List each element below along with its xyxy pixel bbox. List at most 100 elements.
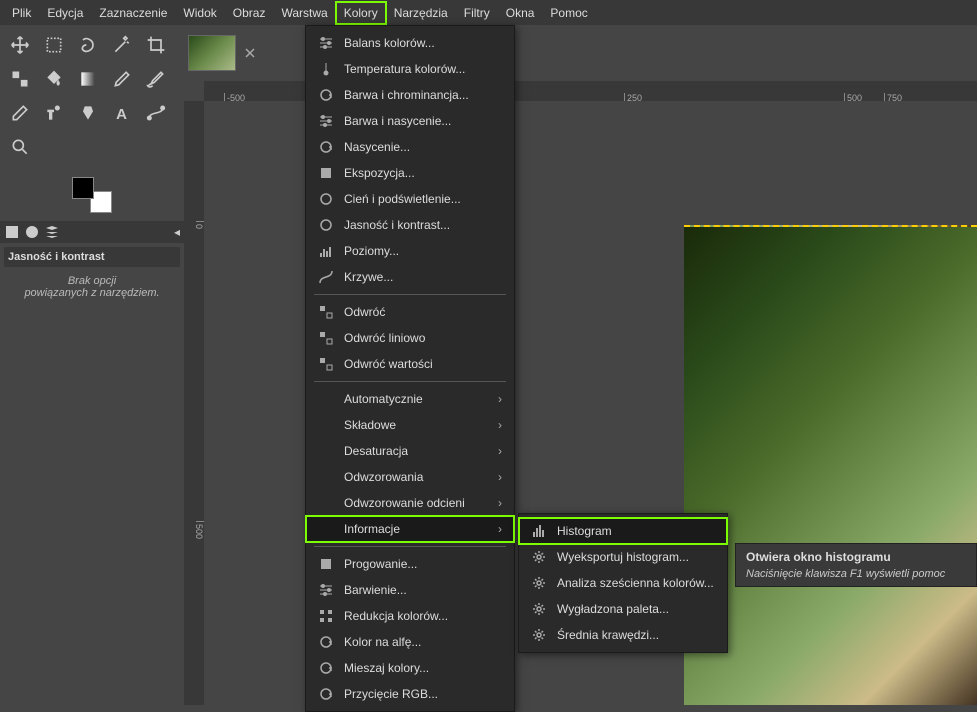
menu-item[interactable]: Odwróć wartości [306,351,514,377]
image-thumbnail[interactable] [188,35,236,71]
move-tool[interactable] [4,29,36,61]
menu-filtry[interactable]: Filtry [456,2,498,24]
tool-options-line1: Brak opcji [12,275,172,287]
submenu-arrow-icon: › [498,392,502,406]
menu-warstwa[interactable]: Warstwa [273,2,335,24]
menu-item[interactable]: Odwzorowania› [306,464,514,490]
g-icon [318,139,334,155]
device-tab-icon[interactable] [24,224,40,240]
path-tool[interactable] [140,97,172,129]
menu-edycja[interactable]: Edycja [39,2,91,24]
submenu-arrow-icon: › [498,496,502,510]
menu-okna[interactable]: Okna [498,2,543,24]
menu-item-label: Barwienie... [344,583,502,597]
thermo-icon [318,61,334,77]
tooltip-title: Otwiera okno histogramu [746,550,966,564]
gear-icon [531,549,547,565]
menu-item-label: Składowe [344,418,488,432]
submenu-arrow-icon: › [498,444,502,458]
menu-item[interactable]: Cień i podświetlenie... [306,186,514,212]
text-tool[interactable]: A [106,97,138,129]
menu-item[interactable]: Mieszaj kolory... [306,655,514,681]
menu-item-label: Balans kolorów... [344,36,502,50]
submenu-item-label: Histogram [557,524,715,538]
menu-item[interactable]: Automatycznie› [306,386,514,412]
menu-item[interactable]: Poziomy... [306,238,514,264]
brush-tool[interactable] [140,63,172,95]
transform-tool[interactable] [4,63,36,95]
menu-pomoc[interactable]: Pomoc [542,2,595,24]
submenu-item-label: Wyeksportuj histogram... [557,550,715,564]
submenu-item[interactable]: Analiza sześcienna kolorów... [519,570,727,596]
menu-item[interactable]: Odwzorowanie odcieni› [306,490,514,516]
menu-item[interactable]: Odwróć [306,299,514,325]
menu-item[interactable]: Przycięcie RGB... [306,681,514,707]
blank-icon [318,443,334,459]
swap-icon [318,330,334,346]
tooltip: Otwiera okno histogramu Naciśnięcie klaw… [735,543,977,587]
layers-tab-icon[interactable] [44,224,60,240]
submenu-item[interactable]: Średnia krawędzi... [519,622,727,648]
crop-tool[interactable] [140,29,172,61]
submenu-item-label: Średnia krawędzi... [557,628,715,642]
menu-item[interactable]: Desaturacja› [306,438,514,464]
free-select-tool[interactable] [72,29,104,61]
pencil-tool[interactable] [106,63,138,95]
menu-item[interactable]: Jasność i kontrast... [306,212,514,238]
left-panel: A ◂ Jasność i kontrast Brak opcji powiąz… [0,25,184,705]
menu-item-label: Poziomy... [344,244,502,258]
menu-item[interactable]: Kolor na alfę... [306,629,514,655]
menu-item[interactable]: Odwróć liniowo [306,325,514,351]
zoom-tool[interactable] [4,131,36,163]
tool-options-tab-icon[interactable] [4,224,20,240]
menu-zaznaczenie[interactable]: Zaznaczenie [91,2,175,24]
menu-narzędzia[interactable]: Narzędzia [386,2,456,24]
menu-item-label: Informacje [344,522,488,536]
dock-tabs: ◂ [0,221,184,243]
eraser-tool[interactable] [4,97,36,129]
menu-item[interactable]: Nasycenie... [306,134,514,160]
gradient-tool[interactable] [72,63,104,95]
menu-item[interactable]: Krzywe... [306,264,514,290]
menu-item-label: Temperatura kolorów... [344,62,502,76]
close-image-icon[interactable] [244,47,256,59]
swap-icon [318,304,334,320]
menu-item-label: Krzywe... [344,270,502,284]
smudge-tool[interactable] [72,97,104,129]
submenu-item[interactable]: Histogram [519,518,727,544]
menu-item-label: Mieszaj kolory... [344,661,502,675]
menu-widok[interactable]: Widok [175,2,224,24]
menu-item[interactable]: Temperatura kolorów... [306,56,514,82]
menu-item[interactable]: Składowe› [306,412,514,438]
menu-item[interactable]: Balans kolorów... [306,30,514,56]
menu-plik[interactable]: Plik [4,2,39,24]
fg-color[interactable] [72,177,94,199]
submenu-item[interactable]: Wygładzona paleta... [519,596,727,622]
submenu-item-label: Analiza sześcienna kolorów... [557,576,715,590]
rect-select-tool[interactable] [38,29,70,61]
menu-item-label: Jasność i kontrast... [344,218,502,232]
menu-item[interactable]: Progowanie... [306,551,514,577]
sliders-icon [318,35,334,51]
menu-item[interactable]: Barwa i chrominancja... [306,82,514,108]
wand-tool[interactable] [106,29,138,61]
menu-item[interactable]: Ekspozycja... [306,160,514,186]
color-swatch[interactable] [72,177,112,213]
clone-tool[interactable] [38,97,70,129]
menu-item[interactable]: Redukcja kolorów... [306,603,514,629]
menu-item[interactable]: Barwienie... [306,577,514,603]
tool-options-line2: powiązanych z narzędziem. [12,287,172,299]
menu-kolory[interactable]: Kolory [336,2,386,24]
menu-item-label: Odwróć wartości [344,357,502,371]
thumb-strip [184,25,977,81]
menu-item[interactable]: Barwa i nasycenie... [306,108,514,134]
circle-icon [318,191,334,207]
dock-menu-icon[interactable]: ◂ [174,225,180,239]
menu-item[interactable]: Informacje › [306,516,514,542]
menu-item-label: Kolor na alfę... [344,635,502,649]
gear-icon [531,627,547,643]
submenu-arrow-icon: › [498,522,502,536]
menu-obraz[interactable]: Obraz [225,2,274,24]
submenu-item[interactable]: Wyeksportuj histogram... [519,544,727,570]
bucket-tool[interactable] [38,63,70,95]
